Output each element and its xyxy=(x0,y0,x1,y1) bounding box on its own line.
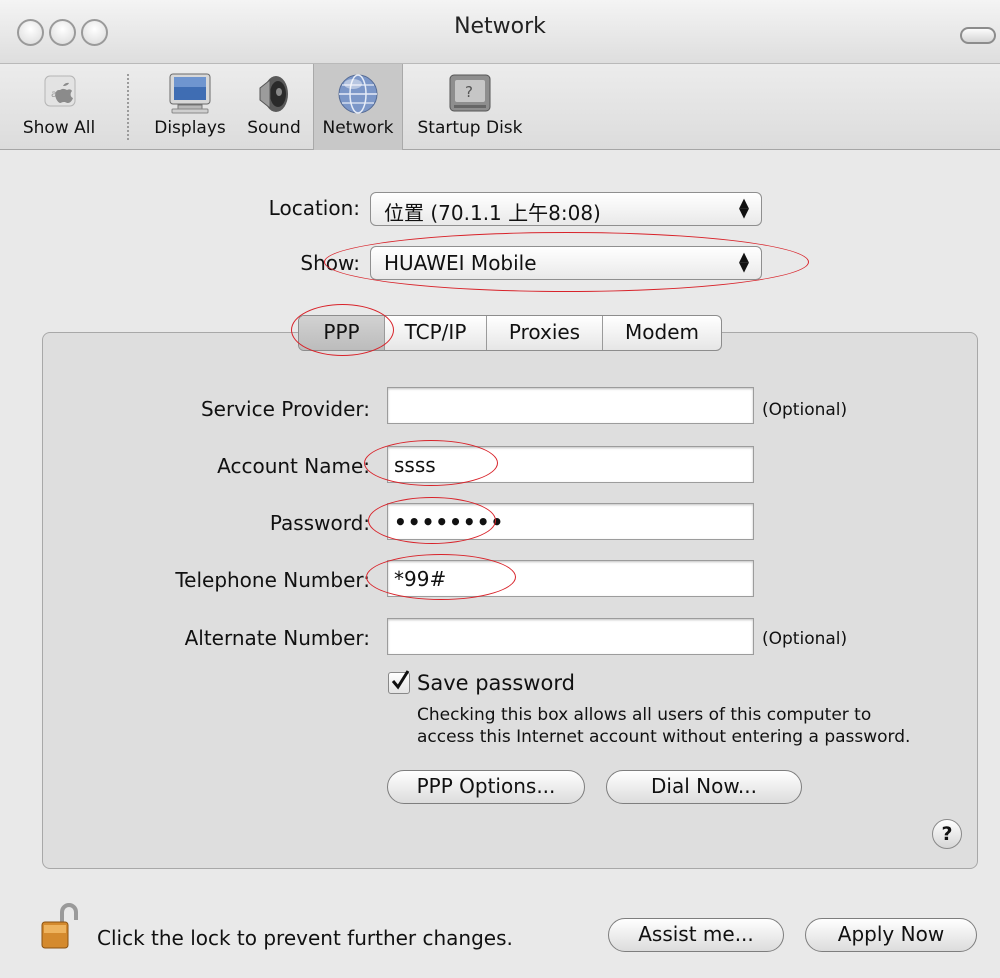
sound-icon xyxy=(259,76,288,112)
toolbar-label: Displays xyxy=(154,118,226,138)
help-button[interactable]: ? xyxy=(932,819,962,849)
telephone-number-field[interactable]: *99# xyxy=(387,560,754,597)
note-line: access this Internet account without ent… xyxy=(417,727,911,747)
alternate-number-field[interactable] xyxy=(387,618,754,655)
service-provider-optional: (Optional) xyxy=(762,400,848,420)
popup-arrows-icon: ▲ ▼ xyxy=(739,250,749,275)
account-name-field[interactable]: ssss xyxy=(387,446,754,483)
toolbar-label: Show All xyxy=(22,118,96,138)
toolbar-label: Startup Disk xyxy=(417,118,523,138)
save-password-checkbox[interactable] xyxy=(388,670,410,694)
toolbar-startup-disk[interactable]: ? Startup Disk xyxy=(410,64,530,150)
alternate-number-optional: (Optional) xyxy=(762,629,848,649)
checkmark-icon xyxy=(391,670,410,690)
toolbar-label: Network xyxy=(322,118,394,138)
service-provider-field[interactable] xyxy=(387,387,754,424)
tab-modem[interactable]: Modem xyxy=(603,316,721,350)
show-label: Show: xyxy=(300,251,360,275)
toolbar-label: Sound xyxy=(247,118,301,138)
account-name-label: Account Name: xyxy=(217,454,370,478)
displays-icon xyxy=(169,73,211,114)
location-popup[interactable]: 位置 (70.1.1 上午8:08) ▲ ▼ xyxy=(370,192,762,226)
toolbar-network[interactable]: Network xyxy=(313,64,403,150)
network-preferences-window: Network a Show All Displays Sound Networ… xyxy=(0,0,1000,978)
apply-now-button[interactable]: Apply Now xyxy=(805,918,977,952)
alternate-number-label: Alternate Number: xyxy=(184,626,370,650)
show-value: HUAWEI Mobile xyxy=(384,251,537,275)
popup-arrows-icon: ▲ ▼ xyxy=(739,196,749,221)
assist-me-button[interactable]: Assist me... xyxy=(608,918,784,952)
toolbar-displays[interactable]: Displays xyxy=(140,64,240,150)
show-all-icon: a xyxy=(44,75,76,107)
title-bar: Network xyxy=(0,0,1000,64)
tab-proxies[interactable]: Proxies xyxy=(487,316,603,350)
network-icon xyxy=(338,74,378,114)
show-popup[interactable]: HUAWEI Mobile ▲ ▼ xyxy=(370,246,762,280)
toolbar-toggle-button[interactable] xyxy=(960,27,996,44)
window-title: Network xyxy=(454,14,546,39)
save-password-note: Checking this box allows all users of th… xyxy=(417,704,957,748)
lock-icon[interactable] xyxy=(40,902,80,952)
password-field[interactable]: •••••••• xyxy=(387,503,754,540)
dial-now-button[interactable]: Dial Now... xyxy=(606,770,802,804)
tab-tcp-ip[interactable]: TCP/IP xyxy=(385,316,487,350)
tab-bar: PPP TCP/IP Proxies Modem xyxy=(298,315,722,351)
location-label: Location: xyxy=(268,196,360,220)
note-line: Checking this box allows all users of th… xyxy=(417,705,872,725)
lock-message: Click the lock to prevent further change… xyxy=(97,926,513,950)
startup-disk-icon: ? xyxy=(449,74,491,112)
save-password-label: Save password xyxy=(417,671,575,695)
toolbar-show-all[interactable]: a Show All xyxy=(0,64,118,150)
telephone-number-label: Telephone Number: xyxy=(175,568,370,592)
toolbar-separator xyxy=(127,74,129,140)
tab-ppp[interactable]: PPP xyxy=(299,316,385,350)
password-label: Password: xyxy=(269,511,370,535)
toolbar: a Show All Displays Sound Network ? Star… xyxy=(0,64,1000,150)
svg-text:?: ? xyxy=(465,83,473,101)
toolbar-sound[interactable]: Sound xyxy=(240,64,308,150)
service-provider-label: Service Provider: xyxy=(200,397,370,421)
ppp-options-button[interactable]: PPP Options... xyxy=(387,770,585,804)
location-value: 位置 (70.1.1 上午8:08) xyxy=(384,201,601,225)
